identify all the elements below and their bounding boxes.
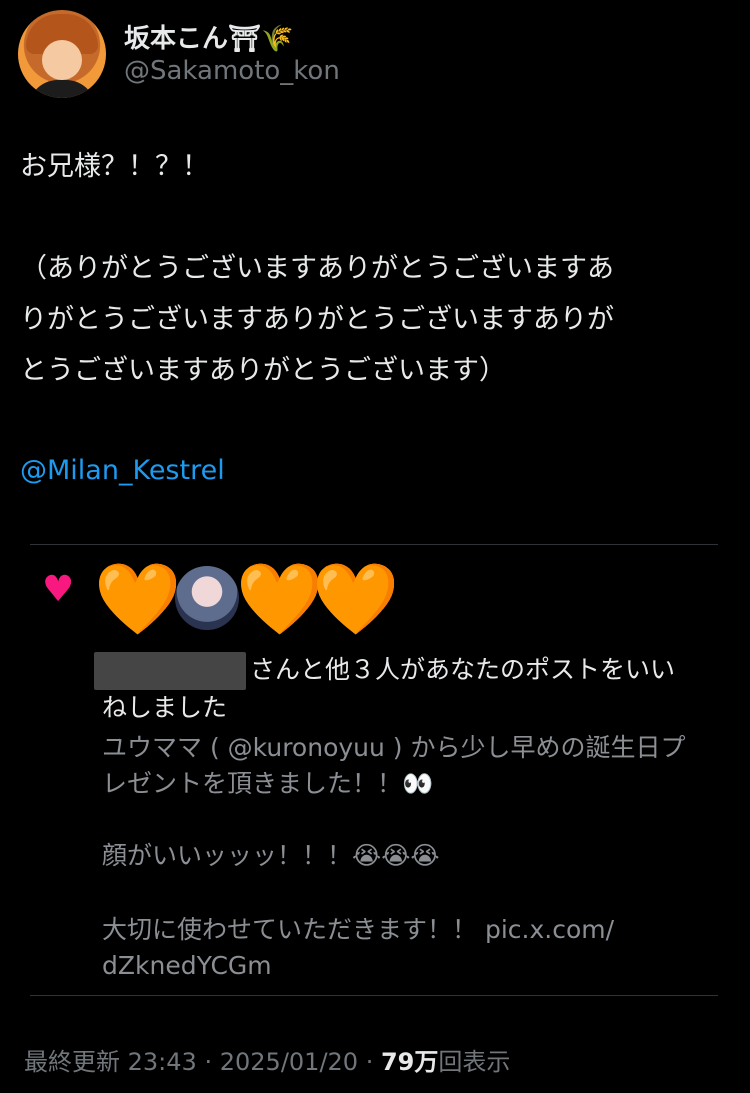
- avatar-coat: [28, 80, 96, 98]
- redacted-username: [94, 652, 246, 690]
- quoted-post-text: ユウママ ( @kuronoyuu ) から少し早めの誕生日プ: [102, 733, 686, 762]
- quoted-post-text: dZknedYCGm: [102, 951, 272, 980]
- quoted-post-text: 大切に使わせていただきます！！ pic.x.com/: [102, 915, 615, 944]
- post-date[interactable]: 2025/01/20: [220, 1048, 358, 1076]
- post-text-line: とうございますありがとうございます）: [20, 355, 506, 386]
- post-text-line: りがとうございますありがとうございますありが: [20, 304, 614, 335]
- separator: ·: [204, 1048, 213, 1076]
- orange-heart-icon: 🧡: [236, 558, 324, 640]
- views-count: 79万: [380, 1048, 439, 1076]
- liker-avatar: [175, 566, 239, 630]
- post-text-line: （ありがとうございますありがとうございますあ: [20, 253, 614, 284]
- notification-text: ねしました: [102, 693, 228, 722]
- orange-heart-icon: 🧡: [312, 558, 400, 640]
- like-heart-icon: ♥: [42, 569, 75, 610]
- separator: ·: [365, 1048, 374, 1076]
- quoted-post-text: 顔がいいッッッ！！！😭😭😭: [102, 841, 440, 870]
- post-text-line: お兄様？！？！: [20, 151, 209, 182]
- author-handle[interactable]: @Sakamoto_kon: [124, 56, 340, 86]
- post-metadata: 最終更新 23:43 · 2025/01/20 · 79万回表示: [24, 1042, 510, 1077]
- views-label: 回表示: [438, 1048, 511, 1076]
- notification-text: さんと他３人があなたのポストをいい: [250, 655, 676, 684]
- updated-label: 最終更新: [24, 1048, 120, 1076]
- post-time[interactable]: 23:43: [128, 1048, 197, 1076]
- mention-link[interactable]: @Milan_Kestrel: [20, 444, 225, 498]
- orange-heart-icon: 🧡: [94, 558, 182, 640]
- author-avatar[interactable]: [18, 10, 106, 98]
- author-name[interactable]: 坂本こん⛩🌾: [124, 18, 293, 55]
- quoted-post-text: レゼントを頂きました！！👀: [102, 769, 434, 798]
- avatar-face: [42, 40, 82, 80]
